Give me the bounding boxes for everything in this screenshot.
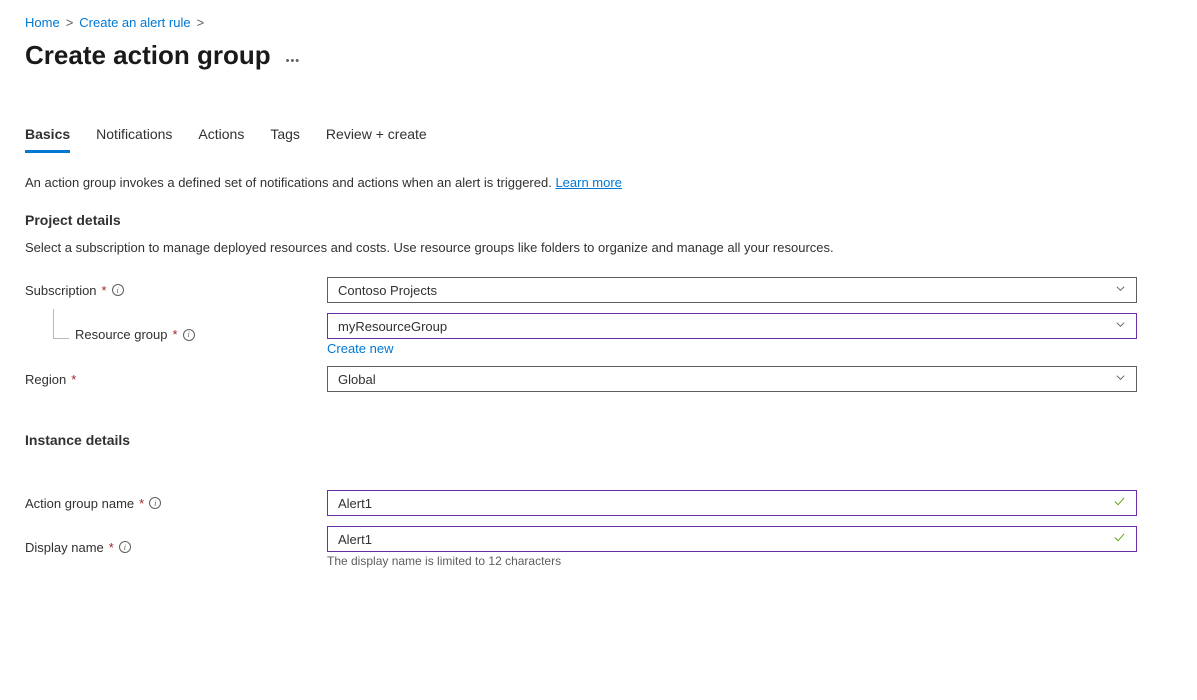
subscription-label-cell: Subscription * i: [25, 283, 327, 298]
resource-group-select[interactable]: myResourceGroup: [327, 313, 1137, 339]
resource-group-label-cell: Resource group * i: [25, 327, 327, 342]
check-icon: [1113, 495, 1126, 511]
display-name-helper: The display name is limited to 12 charac…: [327, 554, 1137, 568]
display-name-input[interactable]: Alert1: [327, 526, 1137, 552]
info-icon[interactable]: i: [119, 541, 131, 553]
intro-text: An action group invokes a defined set of…: [25, 175, 1172, 190]
region-select[interactable]: Global: [327, 366, 1137, 392]
intro-body: An action group invokes a defined set of…: [25, 175, 555, 190]
display-name-label-cell: Display name * i: [25, 540, 327, 555]
project-details-section: Project details Select a subscription to…: [25, 212, 1172, 392]
tabs: Basics Notifications Actions Tags Review…: [25, 126, 1172, 153]
required-asterisk: *: [139, 496, 144, 511]
display-name-value: Alert1: [338, 532, 372, 547]
info-icon[interactable]: i: [183, 329, 195, 341]
action-group-name-label-cell: Action group name * i: [25, 496, 327, 511]
project-sub: Select a subscription to manage deployed…: [25, 240, 1172, 255]
instance-heading: Instance details: [25, 432, 1172, 448]
action-group-name-label: Action group name: [25, 496, 134, 511]
chevron-down-icon: [1115, 283, 1126, 297]
chevron-down-icon: [1115, 372, 1126, 386]
tab-review-create[interactable]: Review + create: [326, 126, 427, 153]
breadcrumb-sep: >: [66, 15, 74, 30]
page-title: Create action group: [25, 40, 271, 71]
display-name-label: Display name: [25, 540, 104, 555]
resource-group-row: Resource group * i myResourceGroup Creat…: [25, 313, 1172, 356]
subscription-value: Contoso Projects: [338, 283, 437, 298]
tab-actions[interactable]: Actions: [198, 126, 244, 153]
region-row: Region * Global: [25, 366, 1172, 392]
tab-notifications[interactable]: Notifications: [96, 126, 172, 153]
info-icon[interactable]: i: [149, 497, 161, 509]
check-icon: [1113, 531, 1126, 547]
info-icon[interactable]: i: [112, 284, 124, 296]
tab-basics[interactable]: Basics: [25, 126, 70, 153]
indent-line: [53, 309, 69, 339]
subscription-label: Subscription: [25, 283, 97, 298]
breadcrumb-link-home[interactable]: Home: [25, 15, 60, 30]
required-asterisk: *: [71, 372, 76, 387]
required-asterisk: *: [173, 327, 178, 342]
region-value: Global: [338, 372, 376, 387]
region-label-cell: Region *: [25, 372, 327, 387]
action-group-name-value: Alert1: [338, 496, 372, 511]
required-asterisk: *: [102, 283, 107, 298]
resource-group-value: myResourceGroup: [338, 319, 447, 334]
create-new-link[interactable]: Create new: [327, 341, 393, 356]
breadcrumb-link-create-alert[interactable]: Create an alert rule: [79, 15, 190, 30]
region-label: Region: [25, 372, 66, 387]
title-row: Create action group •••: [25, 40, 1172, 71]
tab-tags[interactable]: Tags: [270, 126, 300, 153]
action-group-name-row: Action group name * i Alert1: [25, 490, 1172, 516]
instance-details-section: Instance details Action group name * i A…: [25, 432, 1172, 568]
subscription-select[interactable]: Contoso Projects: [327, 277, 1137, 303]
project-heading: Project details: [25, 212, 1172, 228]
required-asterisk: *: [109, 540, 114, 555]
subscription-row: Subscription * i Contoso Projects: [25, 277, 1172, 303]
more-icon[interactable]: •••: [286, 45, 301, 67]
display-name-row: Display name * i Alert1 The display name…: [25, 526, 1172, 568]
breadcrumb-sep: >: [197, 15, 205, 30]
resource-group-label: Resource group: [75, 327, 168, 342]
chevron-down-icon: [1115, 319, 1126, 333]
learn-more-link[interactable]: Learn more: [555, 175, 621, 190]
breadcrumb: Home > Create an alert rule >: [25, 15, 1172, 30]
action-group-name-input[interactable]: Alert1: [327, 490, 1137, 516]
